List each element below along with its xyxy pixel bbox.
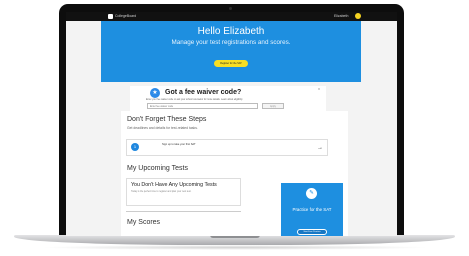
- fee-waiver-title: Got a fee waiver code?: [165, 89, 242, 96]
- start-practice-button[interactable]: Start Free Practice: [297, 229, 327, 235]
- avatar[interactable]: [355, 13, 361, 19]
- top-bar: CollegeBoard Elizabeth: [66, 12, 397, 21]
- upcoming-tests-card: You Don't Have Any Upcoming Tests Today …: [126, 178, 241, 206]
- my-scores-title: My Scores: [127, 219, 161, 226]
- laptop-shadow: [40, 245, 430, 250]
- step-number: 1: [131, 143, 139, 151]
- no-tests-title: You Don't Have Any Upcoming Tests: [131, 182, 217, 188]
- practice-title: Practice for the SAT: [292, 207, 332, 212]
- username[interactable]: Elizabeth: [334, 13, 348, 20]
- fee-waiver-panel: ★ Got a fee waiver code? x Enter your fe…: [130, 86, 326, 111]
- arrow-right-icon[interactable]: →: [317, 145, 323, 151]
- brand-name[interactable]: CollegeBoard: [115, 13, 136, 20]
- steps-title: Don't Forget These Steps: [127, 116, 207, 123]
- step-item[interactable]: 1 Sign up to take your first SAT →: [126, 139, 328, 156]
- section-divider: [126, 211, 241, 212]
- camera-icon: [229, 7, 232, 10]
- greeting-subtitle: Manage your test registrations and score…: [171, 39, 291, 46]
- practice-card: ✎ Practice for the SAT Start Free Practi…: [281, 183, 343, 236]
- laptop-base: [14, 235, 455, 245]
- no-tests-text: Today is the perfect time to register an…: [131, 191, 192, 193]
- brand-logo-icon: [108, 14, 113, 19]
- fee-waiver-icon: ★: [150, 88, 160, 98]
- apply-button[interactable]: Apply: [262, 103, 284, 109]
- screen: CollegeBoard Elizabeth Hello Elizabeth M…: [66, 12, 397, 236]
- register-button[interactable]: Register for the SAT: [214, 60, 248, 67]
- close-icon[interactable]: x: [318, 86, 320, 91]
- greeting-title: Hello Elizabeth: [197, 26, 265, 37]
- hero-banner: Hello Elizabeth Manage your test registr…: [101, 21, 361, 82]
- steps-subtitle: Get deadlines and details for test-relat…: [127, 126, 198, 130]
- step-label: Sign up to take your first SAT: [162, 143, 196, 146]
- fee-waiver-description: Enter your fee waiver code or ask your s…: [146, 99, 243, 101]
- fee-waiver-input[interactable]: Enter fee waiver code: [147, 103, 258, 109]
- practice-icon: ✎: [306, 188, 317, 199]
- upcoming-tests-title: My Upcoming Tests: [127, 165, 188, 172]
- dashboard-card: Don't Forget These Steps Get deadlines a…: [121, 111, 348, 236]
